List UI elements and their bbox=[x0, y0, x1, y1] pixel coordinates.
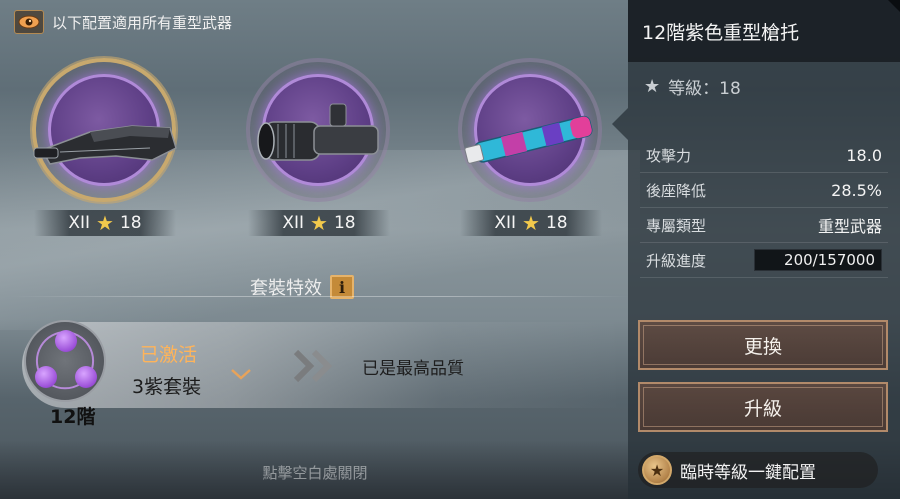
panel-header: 12階紫色重型槍托 bbox=[628, 0, 900, 62]
set-count: 3紫套裝 bbox=[132, 376, 202, 398]
part-slot-scope[interactable]: XII ★ 18 bbox=[234, 58, 402, 258]
level-row: ★ 等級：18 bbox=[644, 74, 741, 99]
item-title: 12階紫色重型槍托 bbox=[642, 21, 800, 44]
progress-label: 升級進度 bbox=[646, 251, 707, 270]
stat-row: 專屬類型 重型武器 bbox=[640, 208, 888, 243]
star-icon: ★ bbox=[310, 211, 328, 235]
part-slot-suppressor[interactable]: XII ★ 18 bbox=[446, 58, 614, 258]
quality-dot bbox=[75, 366, 97, 388]
slot-tag: XII ★ 18 bbox=[34, 210, 176, 236]
stat-value: 18.0 bbox=[846, 145, 882, 165]
part-slot-stock[interactable]: XII ★ 18 bbox=[20, 58, 188, 258]
chevron-down-icon[interactable] bbox=[230, 366, 252, 385]
stat-label: 後座降低 bbox=[646, 181, 707, 200]
quick-config-label: 臨時等級一鍵配置 bbox=[680, 462, 816, 483]
double-chevron-right-icon bbox=[292, 348, 340, 388]
quality-dot bbox=[55, 330, 77, 352]
suppressor-icon bbox=[464, 115, 593, 164]
top-note-text: 以下配置適用所有重型武器 bbox=[52, 13, 233, 32]
scope-icon bbox=[257, 103, 379, 161]
divider bbox=[10, 296, 630, 297]
star-icon: ★ bbox=[522, 211, 540, 235]
level-label: 等級：18 bbox=[668, 79, 741, 99]
stat-value: 28.5% bbox=[831, 180, 882, 200]
star-icon: ★ bbox=[96, 211, 114, 235]
slot-tier: XII bbox=[494, 213, 517, 233]
slot-tag: XII ★ 18 bbox=[248, 210, 390, 236]
set-emblem-icon bbox=[24, 320, 106, 402]
slot-tier: XII bbox=[68, 213, 91, 233]
star-icon: ★ bbox=[644, 76, 661, 97]
slot-level: 18 bbox=[333, 213, 356, 233]
quality-dot bbox=[35, 366, 57, 388]
slot-level: 18 bbox=[119, 213, 142, 233]
stat-row: 升級進度 200/157000 bbox=[640, 243, 888, 278]
upgrade-progress: 200/157000 bbox=[754, 249, 882, 271]
heavy-stock-icon bbox=[33, 125, 177, 165]
upgrade-button[interactable]: 升級 bbox=[638, 382, 888, 432]
stat-row: 攻擊力 18.0 bbox=[640, 138, 888, 173]
replace-button[interactable]: 更換 bbox=[638, 320, 888, 370]
stats-list: 攻擊力 18.0 後座降低 28.5% 專屬類型 重型武器 升級進度 200/1… bbox=[640, 138, 888, 278]
stat-row: 後座降低 28.5% bbox=[640, 173, 888, 208]
set-active-status: 已激活 bbox=[140, 344, 198, 366]
top-note: 以下配置適用所有重型武器 bbox=[14, 8, 232, 36]
stat-label: 攻擊力 bbox=[646, 146, 692, 165]
slot-tier: XII bbox=[282, 213, 305, 233]
eye-icon[interactable] bbox=[14, 10, 44, 34]
quick-config-button[interactable]: ★ 臨時等級一鍵配置 bbox=[638, 452, 878, 488]
close-hint[interactable]: 點擊空白處關閉 bbox=[0, 462, 630, 483]
stat-value: 重型武器 bbox=[817, 217, 882, 236]
set-max-quality: 已是最高品質 bbox=[362, 359, 464, 379]
slot-tag: XII ★ 18 bbox=[460, 210, 602, 236]
panel-pointer bbox=[612, 108, 628, 140]
slot-level: 18 bbox=[545, 213, 568, 233]
stat-label: 專屬類型 bbox=[646, 216, 707, 235]
replace-button-label: 更換 bbox=[743, 335, 782, 358]
upgrade-button-label: 升級 bbox=[743, 397, 782, 420]
corner-decoration bbox=[888, 0, 900, 12]
set-tier-label: 12階 bbox=[50, 406, 96, 428]
star-coin-icon: ★ bbox=[642, 455, 672, 485]
